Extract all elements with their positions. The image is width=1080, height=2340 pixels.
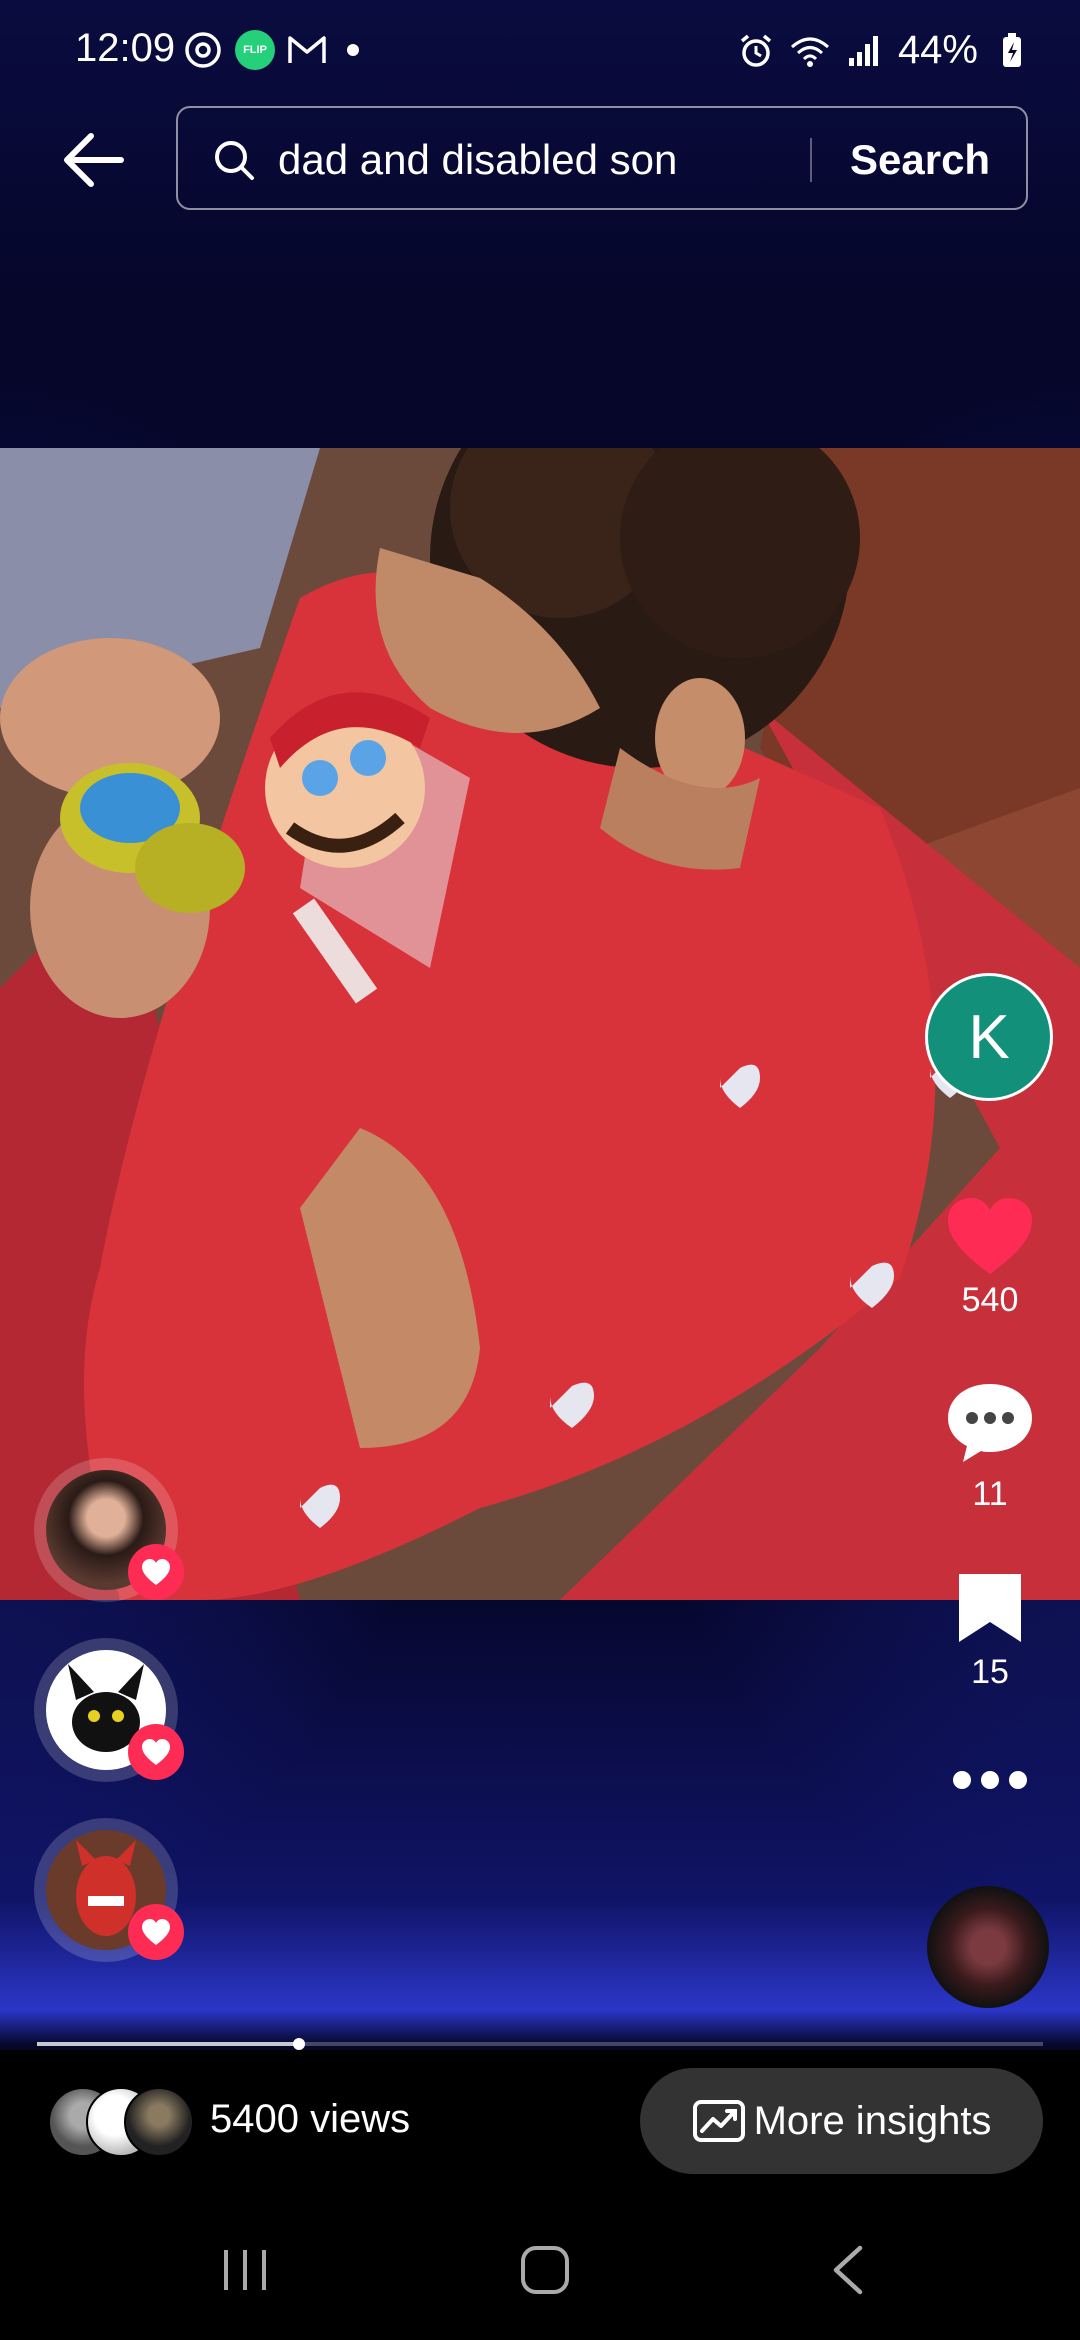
search-divider bbox=[810, 138, 812, 182]
search-icon bbox=[212, 138, 256, 187]
back-nav-button[interactable] bbox=[818, 2240, 878, 2300]
recent-apps-button[interactable] bbox=[212, 2240, 278, 2300]
recent-apps-icon bbox=[224, 2250, 266, 2290]
liker-heart-icon bbox=[128, 1904, 184, 1960]
comment-count: 11 bbox=[972, 1475, 1008, 1513]
liker-avatar[interactable] bbox=[34, 1458, 184, 1602]
viewer-avatar bbox=[124, 2087, 194, 2157]
liker-heart-icon bbox=[128, 1544, 184, 1600]
search-button[interactable]: Search bbox=[850, 136, 990, 184]
battery-charging-icon bbox=[992, 31, 1032, 71]
video-player[interactable] bbox=[0, 448, 1080, 1600]
status-bar: 12:09 FLIP 44% bbox=[0, 0, 1080, 105]
arrow-left-icon bbox=[64, 133, 124, 187]
search-bar[interactable]: dad and disabled son Search bbox=[176, 106, 1028, 210]
battery-percent: 44% bbox=[897, 28, 978, 72]
like-button[interactable]: 540 bbox=[920, 1196, 1060, 1320]
like-count: 540 bbox=[961, 1281, 1019, 1319]
liker-avatar[interactable] bbox=[34, 1818, 184, 1962]
progress-knob[interactable] bbox=[292, 2038, 305, 2050]
more-options-button[interactable] bbox=[920, 1768, 1060, 1797]
music-disc-icon[interactable] bbox=[927, 1886, 1049, 2008]
video-progress-bar[interactable] bbox=[37, 2038, 1043, 2050]
liker-avatar[interactable] bbox=[34, 1638, 184, 1782]
save-button[interactable]: 15 bbox=[920, 1570, 1060, 1692]
back-button[interactable] bbox=[58, 125, 128, 195]
more-insights-button[interactable]: More insights bbox=[640, 2068, 1043, 2174]
views-count: 5400 views bbox=[210, 2097, 411, 2141]
flip-app-icon: FLIP bbox=[235, 30, 275, 70]
wifi-6e-icon bbox=[790, 31, 830, 71]
save-count: 15 bbox=[971, 1653, 1009, 1691]
trend-chart-icon bbox=[692, 2100, 745, 2142]
search-input[interactable]: dad and disabled son bbox=[278, 136, 677, 184]
comment-button[interactable]: 11 bbox=[920, 1380, 1060, 1514]
comment-icon bbox=[948, 1384, 1032, 1462]
notification-dot bbox=[347, 44, 359, 56]
viewer-avatars bbox=[48, 2087, 198, 2157]
chevron-left-icon bbox=[833, 2245, 863, 2295]
more-insights-label: More insights bbox=[753, 2098, 992, 2143]
bookmark-icon bbox=[959, 1574, 1021, 1642]
signal-icon bbox=[844, 31, 884, 71]
threads-icon bbox=[183, 30, 223, 70]
alarm-icon bbox=[736, 31, 776, 71]
heart-icon bbox=[948, 1198, 1032, 1274]
progress-fill bbox=[37, 2042, 299, 2046]
home-icon bbox=[521, 2246, 569, 2294]
more-icon bbox=[953, 1771, 1027, 1789]
home-button[interactable] bbox=[510, 2240, 580, 2300]
video-frame bbox=[0, 448, 1080, 1600]
status-time: 12:09 bbox=[75, 26, 176, 70]
creator-avatar[interactable]: K bbox=[925, 973, 1053, 1101]
liker-heart-icon bbox=[128, 1724, 184, 1780]
gmail-icon bbox=[287, 30, 327, 70]
